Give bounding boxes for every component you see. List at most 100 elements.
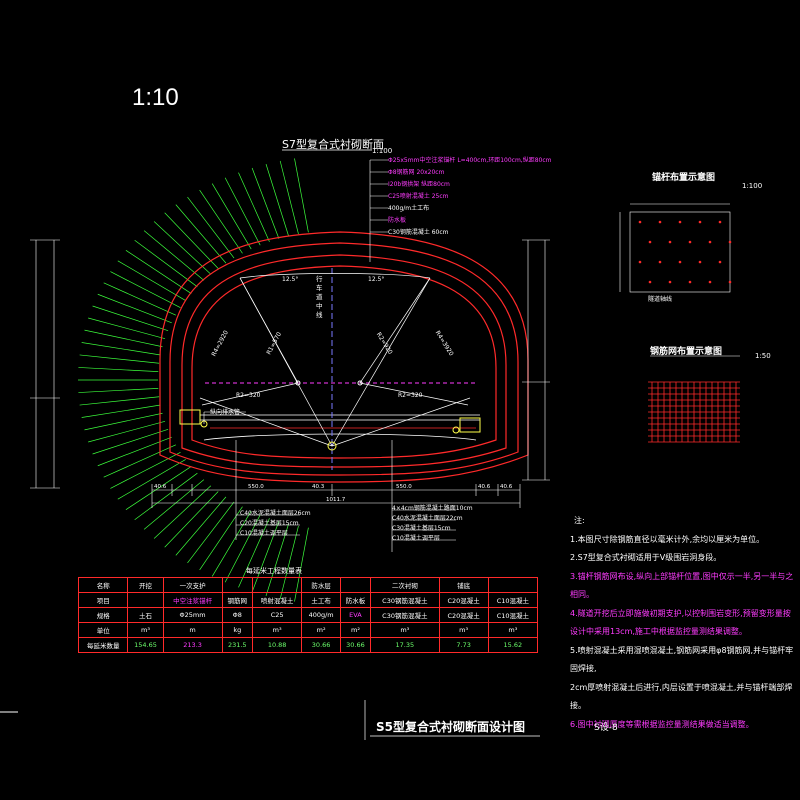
right-dims <box>522 239 550 481</box>
anchor-point <box>658 260 662 264</box>
annotation-item: C30钢筋混凝土 60cm <box>388 229 449 236</box>
table-cell: m³ <box>487 622 539 638</box>
anchor-detail-scale: 1:100 <box>742 182 763 190</box>
table-cell: m² <box>339 622 372 638</box>
table-cell <box>127 592 164 608</box>
design-notes: 注: 1.本图尺寸除钢筋直径以毫米计外,余均以厘米为单位。 2.S7型复合式衬砌适… <box>570 512 798 734</box>
anchor-rod <box>84 412 163 431</box>
annotation-item: C25喷射混凝土 25cm <box>388 193 449 200</box>
drawing-title: S5型复合式衬砌断面设计图 <box>376 720 525 734</box>
table-cell: C20混凝土 <box>438 607 489 623</box>
section-scale: 1:100 <box>372 147 393 155</box>
table-cell: 规格 <box>77 607 129 623</box>
anchor-rod <box>92 428 169 455</box>
table-cell: 项目 <box>77 592 129 608</box>
arch-angle-right: 12.5° <box>368 276 385 283</box>
dim-4: 40.6 <box>478 484 491 490</box>
anchor-rod <box>164 212 219 269</box>
table-cell: 400g/m <box>301 607 341 623</box>
table-cell: 213.3 <box>162 637 223 653</box>
table-cell: C25 <box>251 607 303 623</box>
table-cell: 土石 <box>127 607 164 623</box>
table-cell: m <box>162 622 223 638</box>
anchor-rod <box>78 388 159 393</box>
anchor-point <box>698 220 702 224</box>
annotation-item: I20b钢拱架 纵距80cm <box>388 181 450 188</box>
notes-header: 注: <box>574 516 585 525</box>
dim-6: 40.6 <box>500 484 513 490</box>
anchor-rod <box>175 204 227 264</box>
anchor-rod <box>134 472 198 521</box>
anchor-rod <box>88 317 166 339</box>
dim-3: 40.3 <box>312 484 325 490</box>
table-cell <box>487 577 539 593</box>
right-callouts: 4×4cm钢筋混凝土路面10cm C40水泥混凝土面层22cm C30混凝土基层15… <box>392 505 473 542</box>
anchor-rod <box>175 496 227 556</box>
anchor-point <box>638 260 642 264</box>
table-row: 单位 m³ m kg m³ m² m² m³ m³ m³ <box>77 622 539 638</box>
table-row: 每延米数量 154.65 213.3 231.5 10.88 30.66 30.66 17.3… <box>77 637 539 653</box>
anchor-rod <box>79 354 160 364</box>
anchor-point <box>718 220 722 224</box>
mesh-detail-scale: 1:50 <box>755 352 771 360</box>
table-row: 名称 开挖 一次支护 防水层 二次衬砌 铺底 <box>77 577 539 593</box>
anchor-rod <box>251 167 280 239</box>
table-cell: 防水层 <box>301 577 341 593</box>
anchor-point <box>678 220 682 224</box>
table-cell: 钢筋网 <box>221 592 253 608</box>
annotation-item: 防水板 <box>388 217 407 224</box>
anchor-rod <box>265 164 289 237</box>
table-cell: 一次支护 <box>162 577 223 593</box>
anchor-point <box>708 240 712 244</box>
anchor-point <box>688 280 692 284</box>
side-radius-left: R2=320 <box>236 392 261 399</box>
anchor-point <box>638 220 642 224</box>
table-cell: C30钢筋混凝土 <box>370 607 440 623</box>
note-item: 5.喷射混凝土采用湿喷混凝土,钢筋网采用φ8钢筋网,并与锚杆牢固焊接, <box>570 645 794 674</box>
annotation-item: Φ25x5mm中空注浆锚杆 L=400cm,环距100cm,纵距80cm <box>388 157 552 164</box>
table-cell <box>221 577 253 593</box>
anchor-rod <box>84 329 163 348</box>
quantity-table: 名称 开挖 一次支护 防水层 二次衬砌 铺底 项目 中空注浆锚杆 钢筋网 喷射混凝土 土工布 防水板 C… <box>77 577 539 653</box>
annotation-item: Φ8钢筋网 20x20cm <box>388 169 445 176</box>
table-cell: m³ <box>127 622 164 638</box>
table-cell: 154.65 <box>127 637 164 653</box>
anchor-point <box>648 240 652 244</box>
table-cell: 30.66 <box>301 637 341 653</box>
anchor-detail-label: 隧道轴线 <box>648 296 673 303</box>
table-cell: 防水板 <box>339 592 372 608</box>
anchor-point <box>698 260 702 264</box>
anchor-point <box>648 280 652 284</box>
dim-1: 40.6 <box>154 484 167 490</box>
anchor-rod <box>88 421 166 443</box>
drawing-code: S设-8 <box>594 723 618 733</box>
note-item: 4.隧道开挖后立即施做初期支护,以控制围岩变形,预留变形量按设计中采用13cm,… <box>570 608 791 637</box>
table-cell: C10混凝土 <box>487 607 539 623</box>
anchor-rod <box>153 485 212 539</box>
table-cell: 231.5 <box>221 637 253 653</box>
table-cell: Φ25mm <box>162 607 223 623</box>
table-cell: 开挖 <box>127 577 164 593</box>
table-cell: m³ <box>370 622 440 638</box>
road-surface <box>200 414 480 441</box>
centerline-label: 行车道中线 <box>316 275 323 319</box>
anchor-rod <box>81 404 161 418</box>
anchor-point <box>728 280 732 284</box>
anchor-rod <box>78 367 159 372</box>
anchor-point <box>658 220 662 224</box>
table-cell: C10混凝土 <box>487 592 539 608</box>
table-cell: m² <box>301 622 341 638</box>
quantity-table-title: 每延米工程数量表 <box>246 567 302 575</box>
table-cell: Φ8 <box>221 607 253 623</box>
left-dims <box>30 239 60 489</box>
table-cell: 中空注浆锚杆 <box>162 592 223 608</box>
anchor-point <box>678 260 682 264</box>
section-title: S7型复合式衬砌断面 <box>282 138 384 151</box>
anchor-point <box>728 240 732 244</box>
dim-2: 550.0 <box>248 484 264 490</box>
table-cell: 二次衬砌 <box>370 577 440 593</box>
table-cell: 7.73 <box>438 637 489 653</box>
steel-mesh-detail <box>648 355 740 443</box>
anchor-rod <box>79 396 160 406</box>
anchor-rod <box>81 342 161 356</box>
